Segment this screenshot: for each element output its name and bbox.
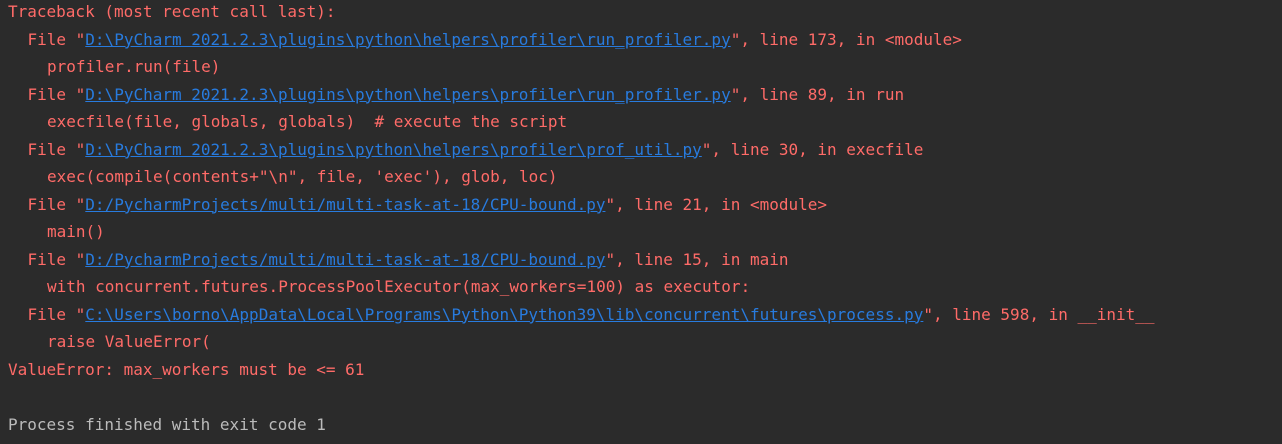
frame-prefix: File "	[27, 304, 86, 324]
traceback-frame-1: File "D:\PyCharm 2021.2.3\plugins\python…	[8, 81, 1282, 109]
frame-file-link[interactable]: D:\PyCharm 2021.2.3\plugins\python\helpe…	[85, 140, 702, 159]
traceback-header: Traceback (most recent call last):	[8, 2, 336, 21]
frame-file-link[interactable]: C:\Users\borno\AppData\Local\Programs\Py…	[85, 305, 923, 324]
error-message: ValueError: max_workers must be <= 61	[8, 359, 365, 379]
traceback-code-3: main()	[47, 222, 105, 241]
traceback-code-2: exec(compile(contents+"\n", file, 'exec'…	[47, 167, 558, 186]
frame-prefix: File "	[27, 249, 86, 269]
traceback-frame-0: File "D:\PyCharm 2021.2.3\plugins\python…	[8, 26, 1282, 54]
frame-file-link[interactable]: D:\PyCharm 2021.2.3\plugins\python\helpe…	[85, 85, 730, 104]
traceback-frame-3: File "D:/PycharmProjects/multi/multi-tas…	[8, 191, 1282, 219]
traceback-code-5: raise ValueError(	[47, 332, 211, 351]
frame-file-link[interactable]: D:/PycharmProjects/multi/multi-task-at-1…	[85, 195, 605, 214]
exit-message: Process finished with exit code 1	[8, 414, 326, 434]
frame-prefix: File "	[27, 29, 86, 49]
frame-suffix: ", line 598, in __init__	[923, 304, 1155, 324]
run-console-output: Traceback (most recent call last): File …	[0, 0, 1282, 442]
frame-file-link[interactable]: D:\PyCharm 2021.2.3\plugins\python\helpe…	[85, 30, 730, 49]
frame-suffix: ", line 173, in <module>	[730, 29, 962, 49]
frame-suffix: ", line 15, in main	[605, 249, 789, 269]
frame-suffix: ", line 21, in <module>	[605, 194, 828, 214]
traceback-code-1: execfile(file, globals, globals) # execu…	[47, 112, 568, 131]
frame-prefix: File "	[27, 139, 86, 159]
frame-file-link[interactable]: D:/PycharmProjects/multi/multi-task-at-1…	[85, 250, 605, 269]
frame-suffix: ", line 89, in run	[730, 84, 905, 104]
traceback-frame-2: File "D:\PyCharm 2021.2.3\plugins\python…	[8, 136, 1282, 164]
traceback-code-0: profiler.run(file)	[47, 57, 221, 76]
frame-prefix: File "	[27, 84, 86, 104]
traceback-code-4: with concurrent.futures.ProcessPoolExecu…	[47, 277, 751, 296]
traceback-frame-5: File "C:\Users\borno\AppData\Local\Progr…	[8, 301, 1282, 329]
frame-suffix: ", line 30, in execfile	[701, 139, 924, 159]
frame-prefix: File "	[27, 194, 86, 214]
traceback-frame-4: File "D:/PycharmProjects/multi/multi-tas…	[8, 246, 1282, 274]
